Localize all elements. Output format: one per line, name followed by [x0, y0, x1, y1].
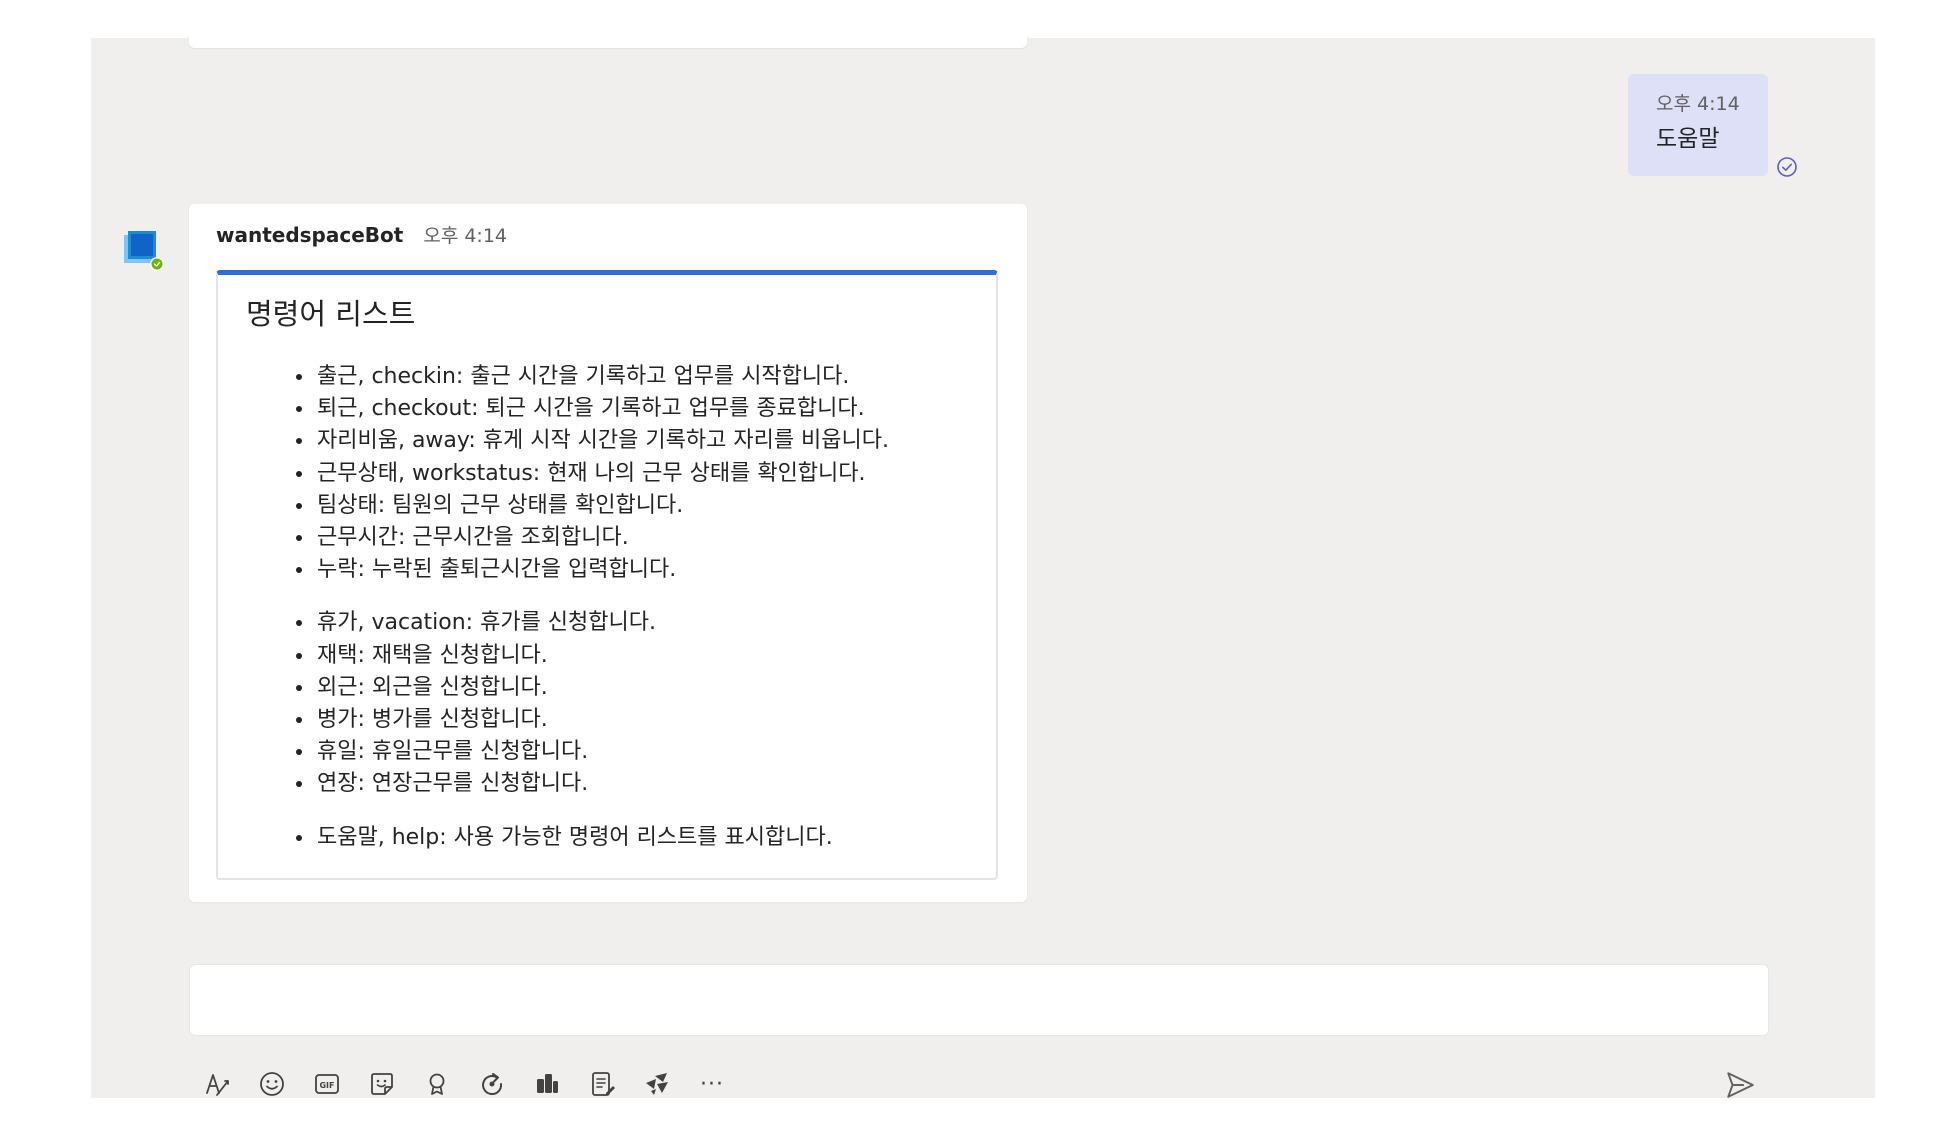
- bot-avatar[interactable]: [124, 231, 164, 271]
- gif-icon[interactable]: GIF: [307, 1064, 347, 1104]
- list-item: 자리비움, away: 휴게 시작 시간을 기록하고 자리를 비웁니다.: [315, 425, 996, 457]
- list-item: 병가: 병가를 신청합니다.: [315, 704, 996, 736]
- more-label: ···: [700, 1071, 724, 1097]
- sent-message-text: 도움말: [1656, 126, 1720, 152]
- compose-toolbar: GIF ···: [197, 1064, 747, 1104]
- list-item: 외근: 외근을 신청합니다.: [315, 672, 996, 704]
- emoji-icon[interactable]: [252, 1064, 292, 1104]
- list-item: 퇴근, checkout: 퇴근 시간을 기록하고 업무를 종료합니다.: [315, 393, 996, 425]
- list-item: 휴가, vacation: 휴가를 신청합니다.: [315, 607, 996, 639]
- message-header: wantedspaceBot 오후 4:14: [216, 221, 507, 251]
- wantedspace-icon[interactable]: [637, 1064, 677, 1104]
- format-icon[interactable]: [197, 1064, 237, 1104]
- command-list: 출근, checkin: 출근 시간을 기록하고 업무를 시작합니다. 퇴근, …: [218, 361, 996, 854]
- list-item: 근무상태, workstatus: 현재 나의 근무 상태를 확인합니다.: [315, 458, 996, 490]
- bot-message: wantedspaceBot 오후 4:14 명령어 리스트 출근, check…: [189, 204, 1027, 902]
- list-item: 휴일: 휴일근무를 신청합니다.: [315, 736, 996, 768]
- forms-icon[interactable]: [582, 1064, 622, 1104]
- send-icon: [1727, 1072, 1754, 1098]
- list-item: 도움말, help: 사용 가능한 명령어 리스트를 표시합니다.: [315, 822, 996, 854]
- chat-area: 오후 4:14 도움말 wantedspaceBot 오후 4:14 명령어 리…: [91, 34, 1875, 1098]
- sent-message[interactable]: 오후 4:14 도움말: [1628, 74, 1768, 176]
- gif-label: GIF: [319, 1081, 334, 1090]
- read-receipt-icon: [1775, 155, 1799, 179]
- list-item: 연장: 연장근무를 신청합니다.: [315, 768, 996, 800]
- list-item: 재택: 재택을 신청합니다.: [315, 640, 996, 672]
- sender-name[interactable]: wantedspaceBot: [216, 223, 403, 247]
- list-item: 출근, checkin: 출근 시간을 기록하고 업무를 시작합니다.: [315, 361, 996, 393]
- list-item: 팀상태: 팀원의 근무 상태를 확인합니다.: [315, 490, 996, 522]
- previous-message-card: [189, 34, 1027, 48]
- command-list-card: 명령어 리스트 출근, checkin: 출근 시간을 기록하고 업무를 시작합…: [216, 270, 998, 880]
- praise-icon[interactable]: [417, 1064, 457, 1104]
- loop-icon[interactable]: [472, 1064, 512, 1104]
- list-item: 누락: 누락된 출퇴근시간을 입력합니다.: [315, 554, 996, 586]
- card-title: 명령어 리스트: [246, 297, 416, 331]
- list-item: 근무시간: 근무시간을 조회합니다.: [315, 522, 996, 554]
- app-icon[interactable]: [527, 1064, 567, 1104]
- message-input[interactable]: [189, 964, 1769, 1036]
- sticker-icon[interactable]: [362, 1064, 402, 1104]
- message-time: 오후 4:14: [423, 225, 508, 247]
- sent-message-time: 오후 4:14: [1656, 93, 1740, 115]
- more-icon[interactable]: ···: [692, 1064, 732, 1104]
- send-button[interactable]: [1720, 1065, 1760, 1105]
